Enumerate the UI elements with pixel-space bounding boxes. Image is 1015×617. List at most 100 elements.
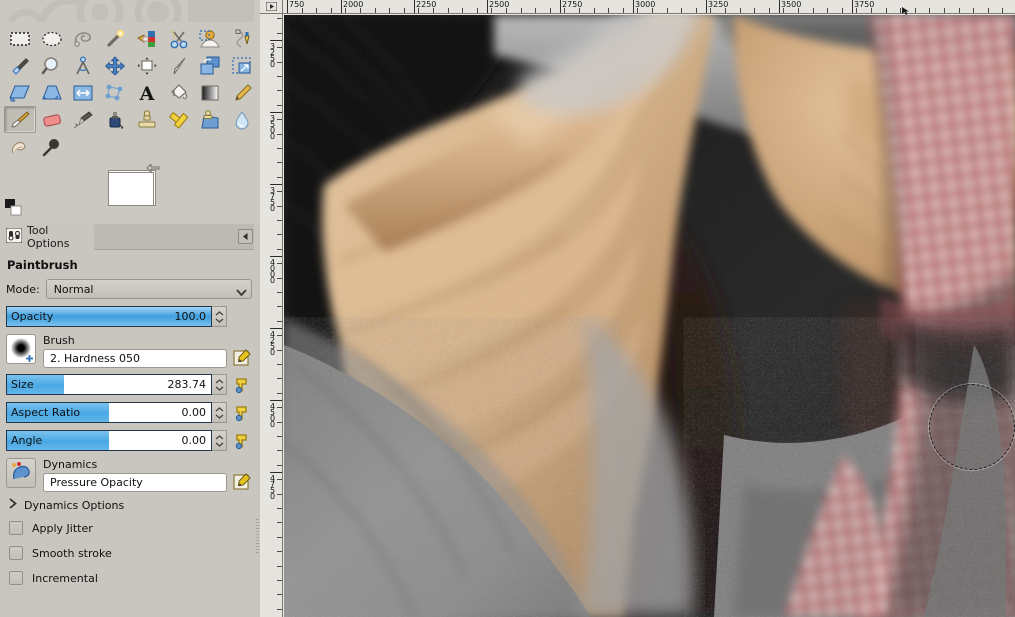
gimp-application-window: A Tool Options Paintbrush Mode: Normal O…	[0, 0, 1015, 617]
svg-text:A: A	[139, 83, 155, 103]
angle-spinner[interactable]	[212, 430, 227, 451]
fuzzy-select-icon[interactable]	[99, 25, 131, 52]
airbrush-icon[interactable]	[68, 106, 100, 133]
mode-combobox[interactable]: Normal	[45, 279, 252, 299]
bucket-fill-icon[interactable]	[163, 79, 195, 106]
paintbrush-icon[interactable]	[4, 106, 36, 133]
smooth-stroke-checkbox[interactable]	[9, 546, 23, 560]
ruler-label: 3750	[268, 186, 277, 210]
apply-jitter-row[interactable]: Apply Jitter	[6, 521, 252, 535]
opacity-spacer	[232, 307, 252, 327]
dynamics-name-field[interactable]: Pressure Opacity	[43, 473, 227, 492]
blur-sharpen-icon[interactable]	[226, 106, 258, 133]
opacity-slider[interactable]: Opacity 100.0	[6, 306, 212, 327]
mode-row: Mode: Normal	[6, 279, 252, 299]
left-dock: A Tool Options Paintbrush Mode: Normal O…	[0, 0, 260, 617]
free-select-icon[interactable]	[68, 25, 100, 52]
color-picker-icon[interactable]	[4, 52, 36, 79]
toolbox-row	[4, 106, 258, 133]
reset-colors-icon[interactable]	[5, 199, 23, 220]
opacity-value: 100.0	[174, 310, 207, 323]
select-by-color-icon[interactable]	[131, 25, 163, 52]
color-indicator-area	[0, 162, 260, 224]
tool-options-tabstrip: Tool Options	[0, 224, 260, 250]
incremental-checkbox[interactable]	[9, 571, 23, 585]
dock-menu-button[interactable]	[238, 229, 253, 244]
dodge-burn-icon[interactable]	[36, 133, 68, 160]
eraser-icon[interactable]	[36, 106, 68, 133]
incremental-label: Incremental	[32, 571, 98, 585]
scale-icon[interactable]	[226, 52, 258, 79]
clone-icon[interactable]	[131, 106, 163, 133]
angle-slider[interactable]: Angle 0.00	[6, 430, 212, 451]
aspect-ratio-value: 0.00	[181, 406, 207, 419]
ruler-label: 4250	[268, 330, 277, 354]
flip-icon[interactable]	[68, 79, 100, 106]
smudge-icon[interactable]	[4, 133, 36, 160]
aspect-ratio-reset-icon[interactable]	[232, 403, 252, 423]
smooth-stroke-label: Smooth stroke	[32, 546, 112, 560]
ruler-label: 4750	[268, 474, 277, 498]
gradient-icon[interactable]	[195, 79, 227, 106]
zoom-icon[interactable]	[36, 52, 68, 79]
angle-reset-icon[interactable]	[232, 431, 252, 451]
dynamics-preview[interactable]	[6, 458, 36, 488]
brush-preview[interactable]	[6, 334, 36, 364]
edit-dynamics-icon[interactable]	[232, 472, 252, 492]
active-tool-title: Paintbrush	[7, 258, 78, 272]
dynamics-row: Dynamics Pressure Opacity	[6, 458, 252, 492]
ellipse-select-icon[interactable]	[36, 25, 68, 52]
edit-brush-icon[interactable]	[232, 348, 252, 368]
dynamics-options-label: Dynamics Options	[24, 498, 125, 512]
chevron-down-icon	[236, 286, 247, 296]
swap-colors-icon[interactable]	[146, 162, 162, 181]
size-spinner[interactable]	[212, 374, 227, 395]
crop-icon[interactable]	[163, 52, 195, 79]
dock-resize-grip[interactable]	[256, 519, 259, 555]
toolbox-row	[4, 133, 258, 160]
opacity-spinner[interactable]	[212, 306, 227, 327]
align-icon[interactable]	[131, 52, 163, 79]
cage-transform-icon[interactable]	[99, 79, 131, 106]
perspective-clone-icon[interactable]	[195, 106, 227, 133]
ruler-origin-button[interactable]	[260, 0, 283, 14]
toolbox-row	[4, 52, 258, 79]
aspect-ratio-row: Aspect Ratio 0.00	[6, 402, 252, 423]
dynamics-options-expander[interactable]: Dynamics Options	[9, 498, 252, 512]
size-slider[interactable]: Size 283.74	[6, 374, 212, 395]
aspect-ratio-slider[interactable]: Aspect Ratio 0.00	[6, 402, 212, 423]
shear-icon[interactable]	[4, 79, 36, 106]
tool-options-icon	[5, 227, 23, 246]
toolbox-row	[4, 25, 258, 52]
apply-jitter-checkbox[interactable]	[9, 521, 23, 535]
paths-icon[interactable]	[226, 25, 258, 52]
ink-icon[interactable]	[99, 106, 131, 133]
move-icon[interactable]	[99, 52, 131, 79]
angle-label: Angle	[11, 434, 43, 447]
image-canvas[interactable]	[284, 15, 1015, 617]
tool-options-dock: Tool Options Paintbrush Mode: Normal Opa…	[0, 224, 260, 617]
aspect-ratio-spinner[interactable]	[212, 402, 227, 423]
toolbox-drop-area[interactable]	[0, 0, 260, 22]
ruler-label: 4000	[268, 258, 277, 282]
ruler-position-marker	[901, 5, 910, 15]
image-window: 750 2000 2250 2500 2750 3000 3250 3500 3750 3250…	[260, 0, 1015, 617]
brush-name-field[interactable]: 2. Hardness 050	[43, 349, 227, 368]
perspective-icon[interactable]	[36, 79, 68, 106]
tab-tool-options[interactable]: Tool Options	[0, 224, 94, 250]
incremental-row[interactable]: Incremental	[6, 571, 252, 585]
foreground-select-icon[interactable]	[195, 25, 227, 52]
text-icon[interactable]: A	[131, 79, 163, 106]
rotate-icon[interactable]	[195, 52, 227, 79]
measure-icon[interactable]	[68, 52, 100, 79]
opacity-label: Opacity	[11, 310, 54, 323]
scissors-select-icon[interactable]	[163, 25, 195, 52]
heal-icon[interactable]	[163, 106, 195, 133]
size-reset-icon[interactable]	[232, 375, 252, 395]
rect-select-icon[interactable]	[4, 25, 36, 52]
apply-jitter-label: Apply Jitter	[32, 521, 93, 535]
vertical-ruler[interactable]: 3250 3500 3750 4000 4250 4500 4750	[260, 14, 283, 617]
smooth-stroke-row[interactable]: Smooth stroke	[6, 546, 252, 560]
pencil-icon[interactable]	[226, 79, 258, 106]
tool-options-body: Paintbrush Mode: Normal Opacity 100.0 Br…	[0, 250, 260, 585]
